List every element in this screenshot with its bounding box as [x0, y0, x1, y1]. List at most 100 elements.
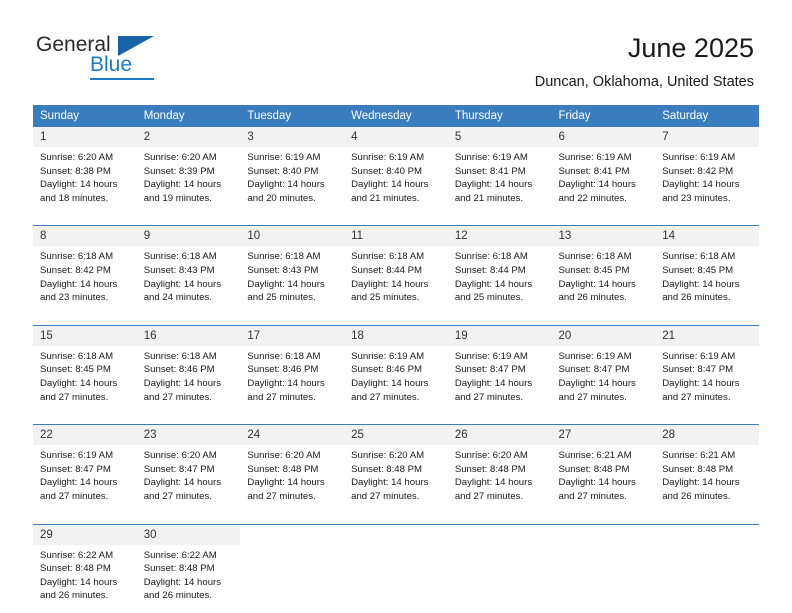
calendar-day-cell[interactable]: 19 Sunrise: 6:19 AM Sunset: 8:47 PM Dayligh… [447, 324, 552, 415]
sunset-text: Sunset: 8:44 PM [351, 264, 423, 276]
calendar-day-cell[interactable]: 14 Sunrise: 6:18 AM Sunset: 8:45 PM Dayligh… [655, 225, 759, 315]
sunrise-text: Sunrise: 6:21 AM [558, 450, 632, 462]
daylight-text-line2: and 25 minutes. [454, 292, 524, 304]
sunrise-text: Sunrise: 6:19 AM [662, 350, 736, 362]
calendar-day-cell[interactable]: 30 Sunrise: 6:22 AM Sunset: 8:48 PM Dayligh… [136, 523, 241, 613]
day-details [552, 545, 656, 559]
daylight-text-line1: Daylight: 14 hours [351, 377, 429, 389]
general-blue-logo[interactable]: General Blue [36, 33, 206, 85]
sunset-text: Sunset: 8:38 PM [40, 165, 111, 177]
day-number: 14 [655, 226, 759, 247]
calendar-day-cell[interactable]: 12 Sunrise: 6:18 AM Sunset: 8:44 PM Dayligh… [447, 225, 552, 315]
day-details: Sunrise: 6:18 AM Sunset: 8:42 PM Daylight:… [33, 246, 137, 314]
calendar-day-cell[interactable]: 28 Sunrise: 6:21 AM Sunset: 8:48 PM Dayligh… [655, 424, 759, 514]
calendar-day-cell[interactable]: 4 Sunrise: 6:19 AM Sunset: 8:40 PM Daylight… [344, 127, 448, 216]
sunset-text: Sunset: 8:47 PM [662, 364, 734, 376]
day-number: 10 [240, 226, 345, 247]
calendar-day-cell[interactable]: 25 Sunrise: 6:20 AM Sunset: 8:48 PM Dayligh… [344, 424, 448, 514]
sunrise-text: Sunrise: 6:19 AM [662, 152, 736, 163]
sunset-text: Sunset: 8:48 PM [454, 463, 526, 475]
sunset-text: Sunset: 8:47 PM [143, 463, 215, 475]
daylight-text-line2: and 22 minutes. [558, 192, 627, 204]
calendar-day-cell[interactable]: 27 Sunrise: 6:21 AM Sunset: 8:48 PM Dayligh… [551, 424, 656, 514]
day-number [447, 524, 552, 545]
calendar-week-row: 22 Sunrise: 6:19 AM Sunset: 8:47 PM Dayligh… [33, 424, 759, 514]
sunrise-text: Sunrise: 6:18 AM [40, 251, 114, 263]
daylight-text-line2: and 26 minutes. [558, 292, 627, 304]
daylight-text-line1: Daylight: 14 hours [40, 179, 118, 191]
calendar-day-cell[interactable]: 10 Sunrise: 6:18 AM Sunset: 8:43 PM Dayligh… [240, 225, 345, 315]
calendar-day-cell[interactable]: 22 Sunrise: 6:19 AM Sunset: 8:47 PM Dayligh… [33, 424, 137, 514]
sunset-text: Sunset: 8:48 PM [662, 463, 734, 475]
daylight-text-line2: and 27 minutes. [558, 391, 627, 403]
daylight-text-line2: and 25 minutes. [351, 292, 420, 304]
calendar-day-cell[interactable]: 3 Sunrise: 6:19 AM Sunset: 8:40 PM Daylight… [240, 127, 345, 216]
calendar-day-cell[interactable]: 15 Sunrise: 6:18 AM Sunset: 8:45 PM Dayligh… [33, 324, 137, 415]
day-number: 3 [240, 127, 345, 147]
calendar-day-cell[interactable]: 11 Sunrise: 6:18 AM Sunset: 8:44 PM Dayligh… [344, 225, 448, 315]
calendar-day-cell[interactable]: 21 Sunrise: 6:19 AM Sunset: 8:47 PM Dayligh… [655, 324, 759, 415]
daylight-text-line1: Daylight: 14 hours [351, 278, 429, 290]
day-details: Sunrise: 6:19 AM Sunset: 8:40 PM Daylight:… [240, 147, 344, 215]
day-number: 11 [344, 226, 448, 247]
calendar-day-cell[interactable]: 29 Sunrise: 6:22 AM Sunset: 8:48 PM Dayligh… [33, 523, 137, 613]
page-header: General Blue June 2025 Duncan, Oklahoma,… [0, 0, 792, 100]
day-details: Sunrise: 6:18 AM Sunset: 8:43 PM Daylight:… [240, 246, 344, 314]
sunrise-text: Sunrise: 6:19 AM [454, 350, 528, 362]
sunset-text: Sunset: 8:42 PM [662, 165, 734, 177]
daylight-text-line2: and 26 minutes. [662, 490, 731, 502]
calendar-week-row: 1 Sunrise: 6:20 AM Sunset: 8:38 PM Daylight… [33, 127, 759, 216]
calendar-body: 1 Sunrise: 6:20 AM Sunset: 8:38 PM Daylight… [33, 127, 759, 613]
calendar-day-cell[interactable]: 13 Sunrise: 6:18 AM Sunset: 8:45 PM Dayligh… [551, 225, 656, 315]
sunrise-text: Sunrise: 6:19 AM [351, 152, 425, 163]
week-spacer [33, 513, 759, 524]
day-number: 24 [240, 425, 345, 446]
day-number [240, 524, 345, 545]
calendar-day-cell[interactable]: 18 Sunrise: 6:19 AM Sunset: 8:46 PM Dayligh… [344, 324, 448, 415]
day-details: Sunrise: 6:19 AM Sunset: 8:41 PM Daylight:… [552, 147, 656, 215]
calendar-day-cell[interactable]: 6 Sunrise: 6:19 AM Sunset: 8:41 PM Daylight… [551, 127, 656, 216]
sunrise-text: Sunrise: 6:20 AM [351, 450, 425, 462]
day-number: 4 [344, 127, 448, 147]
daylight-text-line2: and 21 minutes. [351, 192, 420, 204]
calendar-day-cell[interactable]: 17 Sunrise: 6:18 AM Sunset: 8:46 PM Dayligh… [240, 324, 345, 415]
sunset-text: Sunset: 8:48 PM [558, 463, 630, 475]
calendar-day-cell[interactable]: 26 Sunrise: 6:20 AM Sunset: 8:48 PM Dayligh… [447, 424, 552, 514]
sunset-text: Sunset: 8:40 PM [351, 165, 423, 177]
daylight-text-line1: Daylight: 14 hours [454, 377, 533, 389]
daylight-text-line1: Daylight: 14 hours [143, 377, 222, 389]
daylight-text-line1: Daylight: 14 hours [247, 477, 325, 489]
calendar-day-cell[interactable]: 2 Sunrise: 6:20 AM Sunset: 8:39 PM Daylight… [136, 127, 241, 216]
sunset-text: Sunset: 8:47 PM [558, 364, 630, 376]
calendar-day-cell[interactable]: 20 Sunrise: 6:19 AM Sunset: 8:47 PM Dayligh… [551, 324, 656, 415]
day-number: 15 [33, 325, 137, 346]
sunset-text: Sunset: 8:43 PM [143, 264, 215, 276]
calendar-day-cell[interactable]: 23 Sunrise: 6:20 AM Sunset: 8:47 PM Dayligh… [136, 424, 241, 514]
calendar-day-cell[interactable]: 7 Sunrise: 6:19 AM Sunset: 8:42 PM Daylight… [655, 127, 759, 216]
week-spacer-cell [33, 513, 759, 524]
calendar-day-cell[interactable]: 8 Sunrise: 6:18 AM Sunset: 8:42 PM Daylight… [33, 225, 137, 315]
calendar-day-cell[interactable]: 1 Sunrise: 6:20 AM Sunset: 8:38 PM Daylight… [33, 127, 137, 216]
calendar-day-cell[interactable]: 9 Sunrise: 6:18 AM Sunset: 8:43 PM Daylight… [136, 225, 241, 315]
sunset-text: Sunset: 8:46 PM [143, 364, 215, 376]
sunrise-text: Sunrise: 6:20 AM [40, 152, 114, 163]
calendar-day-cell[interactable]: 5 Sunrise: 6:19 AM Sunset: 8:41 PM Daylight… [447, 127, 552, 216]
sunset-text: Sunset: 8:48 PM [247, 463, 319, 475]
day-number: 16 [136, 325, 241, 346]
day-details: Sunrise: 6:20 AM Sunset: 8:48 PM Daylight:… [240, 445, 344, 513]
day-number: 8 [33, 226, 137, 247]
day-details [240, 545, 344, 559]
sunrise-text: Sunrise: 6:20 AM [143, 450, 217, 462]
calendar-day-cell-empty [344, 523, 448, 613]
daylight-text-line2: and 25 minutes. [247, 292, 316, 304]
day-number: 29 [33, 524, 137, 545]
calendar-day-cell[interactable]: 24 Sunrise: 6:20 AM Sunset: 8:48 PM Dayligh… [240, 424, 345, 514]
day-details: Sunrise: 6:19 AM Sunset: 8:41 PM Daylight:… [448, 147, 552, 215]
day-number: 21 [655, 325, 759, 346]
calendar-week-row: 29 Sunrise: 6:22 AM Sunset: 8:48 PM Dayligh… [33, 523, 759, 613]
daylight-text-line2: and 21 minutes. [454, 192, 524, 204]
calendar-day-cell[interactable]: 16 Sunrise: 6:18 AM Sunset: 8:46 PM Dayligh… [136, 324, 241, 415]
sunset-text: Sunset: 8:46 PM [247, 364, 319, 376]
sunrise-text: Sunrise: 6:18 AM [454, 251, 528, 263]
daylight-text-line1: Daylight: 14 hours [662, 179, 740, 191]
